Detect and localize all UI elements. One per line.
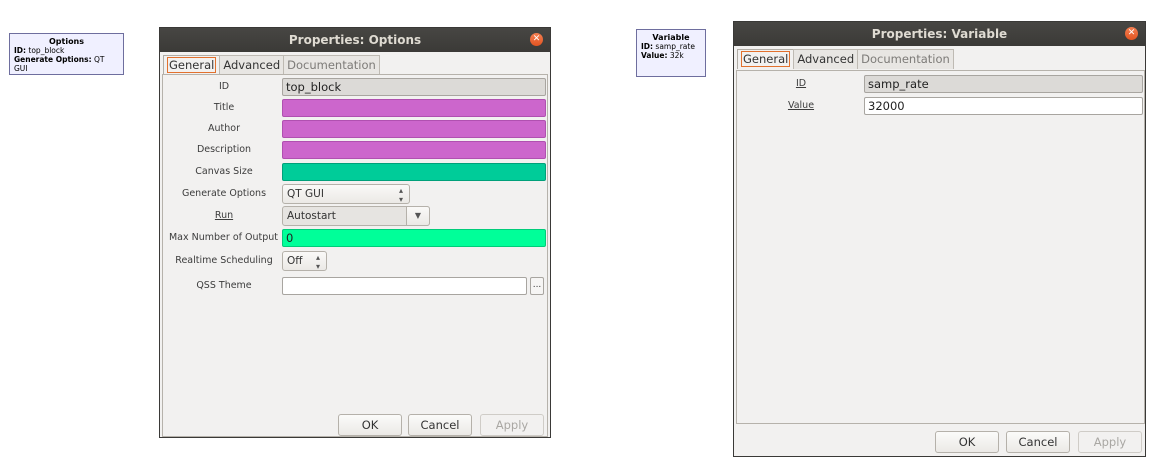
var-id-label: ID — [795, 78, 807, 89]
run-value: Autostart — [287, 210, 336, 222]
id-label: ID — [218, 81, 230, 92]
ok-button[interactable]: OK — [338, 414, 402, 436]
close-icon[interactable]: ✕ — [1125, 27, 1138, 40]
run-label: Run — [214, 210, 234, 221]
variable-dialog-tabs: General Advanced Documentation — [737, 49, 954, 69]
apply-button[interactable]: Apply — [1078, 431, 1142, 453]
variable-dialog-titlebar[interactable]: Properties: Variable ✕ — [734, 22, 1145, 46]
variable-block-id: ID: samp_rate — [641, 42, 695, 51]
variable-block-title: Variable — [652, 33, 690, 42]
generate-options-value: QT GUI — [287, 188, 324, 200]
ok-button[interactable]: OK — [935, 431, 999, 453]
tab-general[interactable]: General — [163, 55, 221, 75]
tab-advanced[interactable]: Advanced — [793, 49, 859, 69]
generate-options-combo[interactable]: QT GUI ▴ ▾ — [282, 184, 410, 204]
author-field[interactable] — [282, 120, 546, 138]
max-output-field[interactable]: 0 — [282, 229, 546, 247]
options-block-title: Options — [48, 37, 85, 46]
title-field[interactable] — [282, 99, 546, 117]
tab-advanced[interactable]: Advanced — [219, 55, 285, 75]
cancel-button[interactable]: Cancel — [1006, 431, 1070, 453]
id-field[interactable]: top_block — [282, 78, 546, 96]
options-properties-dialog: Properties: Options ✕ General Advanced Doc… — [159, 27, 551, 438]
description-field[interactable] — [282, 141, 546, 159]
variable-dialog-title: Properties: Variable — [871, 27, 1008, 41]
variable-properties-dialog: Properties: Variable ✕ General Advanced Do… — [733, 21, 1146, 457]
options-dialog-title: Properties: Options — [288, 33, 422, 47]
tab-documentation[interactable]: Documentation — [283, 55, 380, 75]
chevron-down-icon[interactable]: ▼ — [406, 206, 430, 226]
options-dialog-tabs: General Advanced Documentation — [163, 55, 380, 75]
apply-button[interactable]: Apply — [480, 414, 544, 436]
title-label: Title — [213, 102, 235, 113]
var-value-field[interactable]: 32000 — [864, 97, 1143, 115]
run-combo[interactable]: Autostart ▼ — [282, 206, 430, 226]
cancel-button[interactable]: Cancel — [408, 414, 472, 436]
qss-label: QSS Theme — [196, 280, 252, 291]
realtime-label: Realtime Scheduling — [175, 255, 273, 266]
spin-arrows-icon: ▴ ▾ — [398, 186, 403, 204]
variable-block[interactable]: Variable ID: samp_rate Value: 32k — [636, 29, 706, 77]
realtime-combo[interactable]: Off ▴ ▾ — [282, 251, 327, 271]
realtime-value: Off — [287, 255, 303, 267]
author-label: Author — [208, 123, 240, 134]
variable-general-panel: ID samp_rate Value 32000 — [736, 70, 1145, 424]
canvas-size-field[interactable] — [282, 163, 546, 181]
variable-block-value: Value: 32k — [641, 51, 684, 60]
close-icon[interactable]: ✕ — [530, 33, 543, 46]
options-block[interactable]: Options ID: top_block Generate Options: … — [9, 33, 124, 75]
options-block-generate: Generate Options: QT GUI — [14, 55, 105, 73]
generate-options-label: Generate Options — [181, 188, 267, 199]
canvas-size-label: Canvas Size — [195, 166, 253, 177]
tab-general[interactable]: General — [737, 49, 795, 69]
spin-arrows-icon: ▴ ▾ — [315, 253, 320, 271]
options-dialog-titlebar[interactable]: Properties: Options ✕ — [160, 28, 550, 52]
max-output-label: Max Number of Output — [168, 232, 279, 243]
var-id-field[interactable]: samp_rate — [864, 75, 1143, 93]
tab-documentation[interactable]: Documentation — [857, 49, 954, 69]
options-general-panel: ID top_block Title Author Description Ca… — [162, 74, 548, 437]
browse-button[interactable]: ... — [530, 277, 544, 295]
options-block-id: ID: top_block — [14, 46, 65, 55]
var-value-label: Value — [787, 100, 815, 111]
qss-field[interactable] — [282, 277, 527, 295]
description-label: Description — [196, 144, 252, 155]
